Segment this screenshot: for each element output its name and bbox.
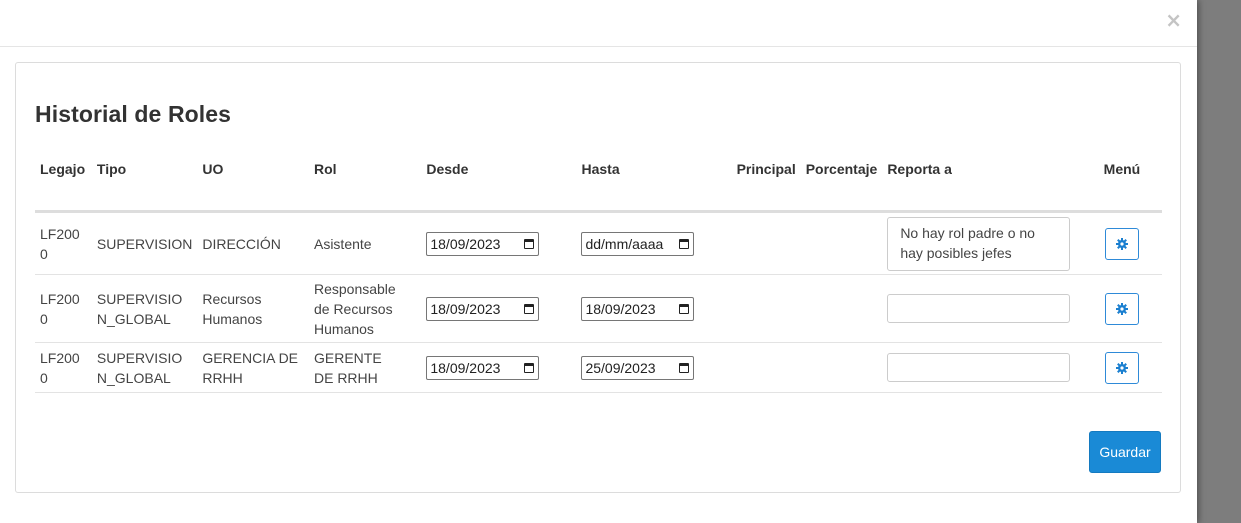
header-uo: UO	[197, 147, 309, 213]
cell-tipo: SUPERVISION_GLOBAL	[91, 274, 198, 343]
row-menu-button[interactable]	[1104, 227, 1139, 260]
cell-principal	[731, 342, 801, 393]
cell-desde: 18/09/2023	[421, 274, 577, 343]
cell-reporta	[882, 274, 1082, 343]
reporta-a-field[interactable]: No hay rol padre o no hay posibles jefes	[887, 216, 1071, 271]
header-rol: Rol	[308, 147, 422, 213]
row-menu-button[interactable]	[1104, 351, 1139, 384]
cell-tipo: SUPERVISION	[91, 211, 198, 275]
cell-principal	[731, 274, 801, 343]
cell-uo: Recursos Humanos	[197, 274, 309, 343]
header-tipo: Tipo	[91, 147, 198, 213]
header-porcentaje: Porcentaje	[800, 147, 883, 213]
cell-rol: GERENTE DE RRHH	[308, 342, 422, 393]
cell-menu	[1081, 342, 1162, 393]
calendar-icon[interactable]	[679, 238, 690, 249]
cell-porcentaje	[800, 211, 883, 275]
roles-panel: Historial de Roles Legajo Tipo UO Rol De…	[15, 62, 1181, 493]
hasta-date-input[interactable]: dd/mm/aaaa	[581, 231, 695, 256]
table-row: LF2000 SUPERVISION DIRECCIÓN Asistente 1…	[35, 211, 1162, 275]
header-reporta: Reporta a	[882, 147, 1082, 213]
modal-header: ×	[0, 0, 1197, 47]
cell-rol: Asistente	[308, 211, 422, 275]
cell-hasta: 25/09/2023	[576, 342, 732, 393]
cell-desde: 18/09/2023	[421, 342, 577, 393]
header-principal: Principal	[731, 147, 801, 213]
cell-rol: Responsable de Recursos Humanos	[308, 274, 422, 343]
calendar-icon[interactable]	[524, 238, 535, 249]
roles-table: Legajo Tipo UO Rol Desde Hasta Principal…	[35, 147, 1162, 393]
cell-uo: DIRECCIÓN	[197, 211, 309, 275]
save-button[interactable]: Guardar	[1089, 431, 1161, 473]
hasta-date-input[interactable]: 25/09/2023	[581, 355, 695, 380]
cell-porcentaje	[800, 342, 883, 393]
header-legajo: Legajo	[35, 147, 92, 213]
cell-menu	[1081, 274, 1162, 343]
reporta-a-field[interactable]	[887, 353, 1071, 382]
cell-uo: GERENCIA DE RRHH	[197, 342, 309, 393]
desde-date-input[interactable]: 18/09/2023	[426, 231, 540, 256]
cell-porcentaje	[800, 274, 883, 343]
desde-date-input[interactable]: 18/09/2023	[426, 296, 540, 321]
calendar-icon[interactable]	[524, 362, 535, 373]
table-row: LF2000 SUPERVISION_GLOBAL Recursos Human…	[35, 274, 1162, 343]
close-icon[interactable]: ×	[1165, 9, 1182, 31]
row-menu-button[interactable]	[1104, 292, 1139, 325]
cell-hasta: dd/mm/aaaa	[576, 211, 732, 275]
cell-legajo: LF2000	[35, 274, 92, 343]
desde-date-input[interactable]: 18/09/2023	[426, 355, 540, 380]
table-header-row: Legajo Tipo UO Rol Desde Hasta Principal…	[35, 147, 1162, 213]
gear-icon	[1115, 302, 1128, 315]
cell-legajo: LF2000	[35, 342, 92, 393]
cell-menu	[1081, 211, 1162, 275]
table-row: LF2000 SUPERVISION_GLOBAL GERENCIA DE RR…	[35, 342, 1162, 393]
header-menu: Menú	[1081, 147, 1162, 213]
cell-desde: 18/09/2023	[421, 211, 577, 275]
cell-tipo: SUPERVISION_GLOBAL	[91, 342, 198, 393]
reporta-a-field[interactable]	[887, 294, 1071, 323]
gear-icon	[1115, 237, 1128, 250]
cell-principal	[731, 211, 801, 275]
header-desde: Desde	[421, 147, 577, 213]
hasta-date-input[interactable]: 18/09/2023	[581, 296, 695, 321]
cell-reporta: No hay rol padre o no hay posibles jefes	[882, 211, 1082, 275]
cell-reporta	[882, 342, 1082, 393]
cell-hasta: 18/09/2023	[576, 274, 732, 343]
calendar-icon[interactable]	[679, 303, 690, 314]
gear-icon	[1115, 361, 1128, 374]
header-hasta: Hasta	[576, 147, 732, 213]
modal-dialog: × Historial de Roles Legajo Tipo UO Rol …	[0, 0, 1197, 523]
page-title: Historial de Roles	[35, 101, 232, 127]
cell-legajo: LF2000	[35, 211, 92, 275]
calendar-icon[interactable]	[679, 362, 690, 373]
calendar-icon[interactable]	[524, 303, 535, 314]
